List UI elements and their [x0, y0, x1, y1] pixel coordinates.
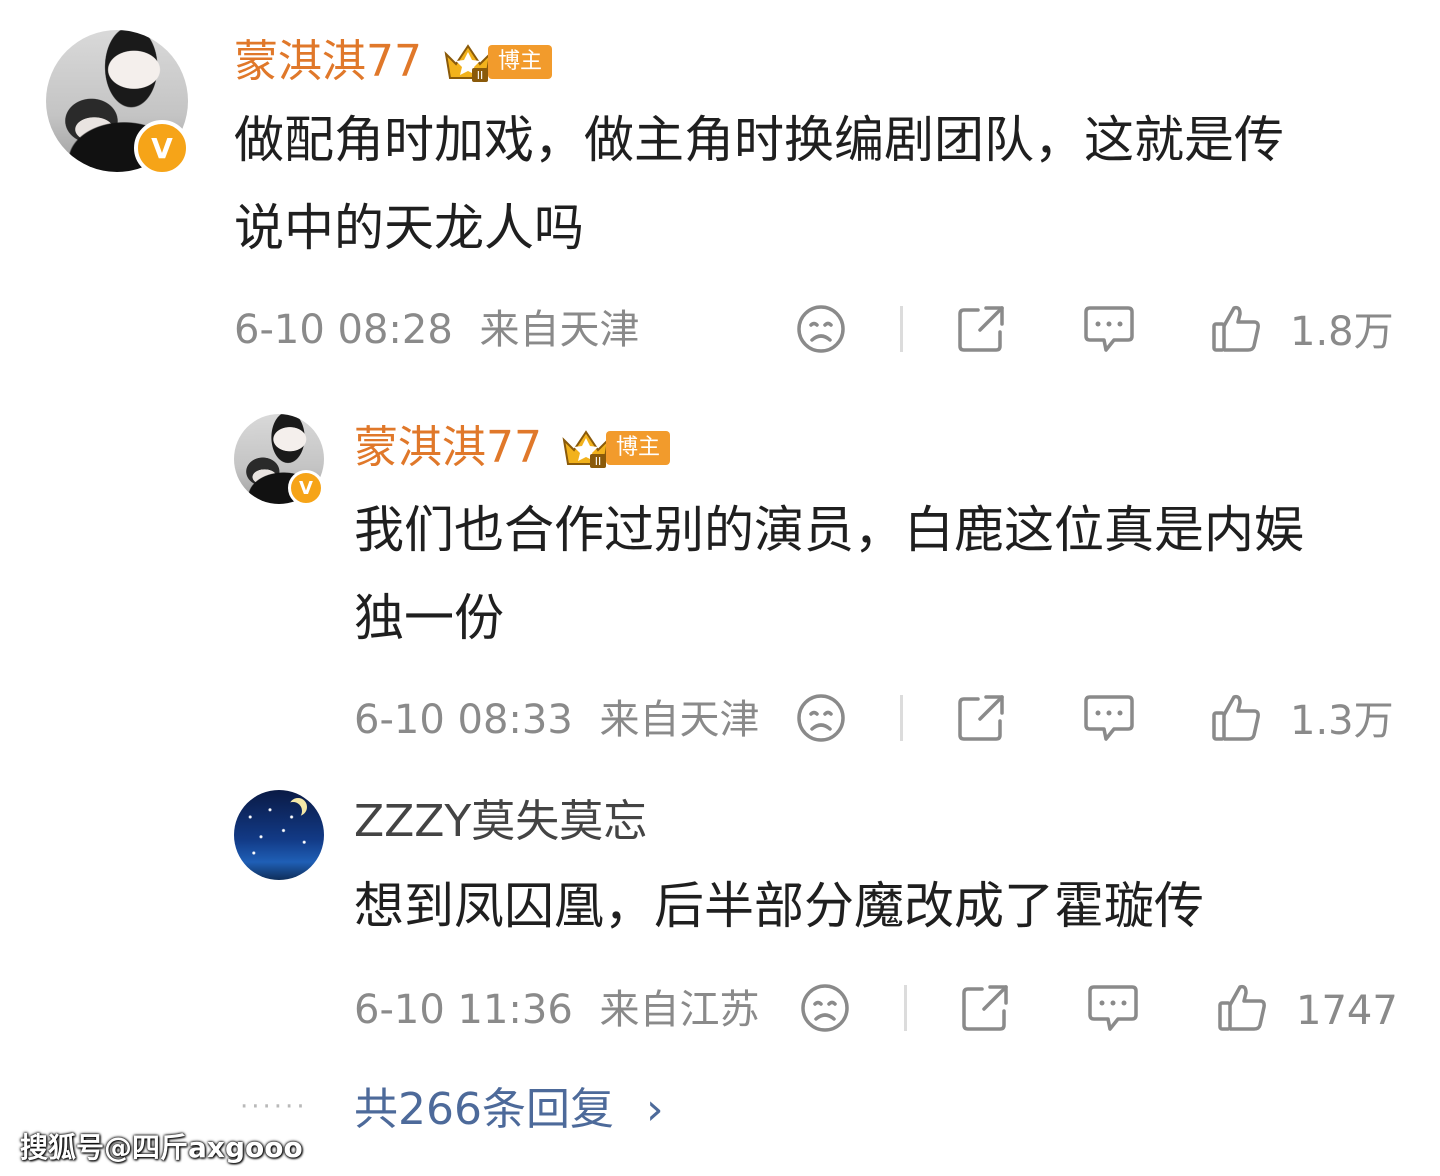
comment-meta: 6-10 08:33 来自天津	[354, 696, 760, 744]
timestamp: 6-10 08:28	[234, 307, 453, 353]
watermark: 搜狐号@四斤axgooo	[20, 1131, 303, 1164]
divider	[900, 695, 903, 741]
more-replies-label: 共266条回复	[354, 1084, 614, 1135]
thumbs-up-icon[interactable]	[1210, 691, 1262, 743]
username[interactable]: 蒙淇淇77	[354, 422, 542, 474]
more-replies-link[interactable]: 共266条回复 ›	[354, 1084, 664, 1136]
chevron-right-icon: ›	[645, 1084, 664, 1135]
comment-icon[interactable]	[1082, 693, 1136, 743]
comment-icon[interactable]	[1082, 304, 1136, 354]
comment-text-line: 我们也合作过别的演员，白鹿这位真是内娱	[354, 501, 1304, 559]
blogger-badge: II 博主	[560, 426, 671, 470]
like-count: 1747	[1296, 988, 1398, 1034]
more-dots: ······	[240, 1092, 308, 1122]
comment-icon[interactable]	[1086, 983, 1140, 1033]
avatar[interactable]	[234, 790, 324, 880]
divider	[900, 306, 903, 352]
comment-meta: 6-10 11:36 来自江苏	[354, 986, 760, 1034]
verified-badge-icon: V	[134, 120, 190, 176]
blogger-badge: II 博主	[442, 40, 553, 84]
username[interactable]: 蒙淇淇77	[234, 36, 422, 88]
comment-text: 我们也合作过别的演员，白鹿这位真是内娱 独一份	[354, 486, 1304, 662]
comment-text-line: 想到凤囚凰，后半部分魔改成了霍璇传	[354, 877, 1204, 935]
location: 来自天津	[479, 307, 640, 353]
comment-text: 想到凤囚凰，后半部分魔改成了霍璇传	[354, 862, 1204, 950]
crown-icon: II	[562, 430, 610, 468]
comment-meta: 6-10 08:28 来自天津	[234, 306, 640, 354]
username[interactable]: ZZZY莫失莫忘	[354, 796, 647, 848]
svg-text:II: II	[595, 455, 602, 468]
share-icon[interactable]	[956, 304, 1006, 354]
verified-badge-icon: V	[288, 470, 324, 506]
like-count: 1.3万	[1290, 698, 1394, 744]
comment-text-line: 独一份	[354, 589, 504, 647]
crown-icon: II	[444, 44, 492, 82]
sad-face-icon[interactable]	[796, 693, 846, 743]
sad-face-icon[interactable]	[800, 983, 850, 1033]
location: 来自江苏	[599, 987, 760, 1033]
comment-text-line: 做配角时加戏，做主角时换编剧团队，这就是传	[234, 111, 1284, 169]
moon-icon	[284, 802, 302, 820]
thumbs-up-icon[interactable]	[1216, 981, 1268, 1033]
sad-face-icon[interactable]	[796, 304, 846, 354]
comment-text: 做配角时加戏，做主角时换编剧团队，这就是传 说中的天龙人吗	[234, 96, 1284, 272]
divider	[904, 985, 907, 1031]
blogger-label: 博主	[488, 45, 553, 79]
timestamp: 6-10 08:33	[354, 697, 573, 743]
location: 来自天津	[599, 697, 760, 743]
share-icon[interactable]	[960, 983, 1010, 1033]
share-icon[interactable]	[956, 693, 1006, 743]
timestamp: 6-10 11:36	[354, 987, 573, 1033]
like-count: 1.8万	[1290, 309, 1394, 355]
thumbs-up-icon[interactable]	[1210, 302, 1262, 354]
svg-text:II: II	[477, 69, 484, 82]
blogger-label: 博主	[606, 431, 671, 465]
comment-text-line: 说中的天龙人吗	[234, 199, 584, 257]
